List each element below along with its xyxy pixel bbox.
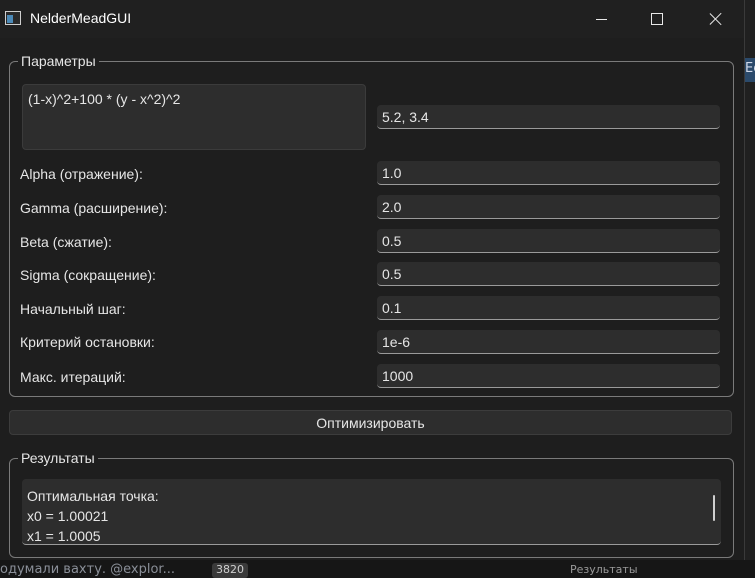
beta-field[interactable]: 0.5: [377, 229, 720, 253]
background-chat-text: одумали вахту. @explor...: [0, 562, 175, 577]
window-title: NelderMeadGUI: [30, 10, 132, 26]
gamma-field[interactable]: 2.0: [377, 195, 720, 219]
results-line: x0 = 1.00021: [27, 508, 109, 524]
max-iterations-label: Макс. итераций:: [20, 369, 126, 385]
alpha-field[interactable]: 1.0: [377, 161, 720, 185]
title-bar[interactable]: NelderMeadGUI: [0, 0, 744, 38]
background-badge: 3820: [212, 563, 248, 578]
optimize-button[interactable]: Оптимизировать: [9, 410, 732, 435]
start-point-field[interactable]: 5.2, 3.4: [377, 105, 720, 129]
results-line: x1 = 1.0005: [27, 528, 101, 544]
close-icon: [709, 12, 723, 26]
main-window: NelderMeadGUI Параметры (1-x)^2+100 * (y…: [0, 0, 745, 560]
initial-step-field[interactable]: 0.1: [377, 296, 720, 320]
minimize-button[interactable]: [578, 0, 624, 38]
results-output[interactable]: Оптимальная точка: x0 = 1.00021 x1 = 1.0…: [22, 479, 721, 545]
background-label: Результаты: [570, 563, 638, 576]
results-group-title: Результаты: [18, 449, 98, 467]
gamma-label: Gamma (расширение):: [20, 200, 168, 216]
maximize-icon: [651, 13, 663, 25]
results-scrollbar[interactable]: [713, 495, 715, 521]
sigma-label: Sigma (сокращение):: [20, 267, 156, 283]
close-button[interactable]: [693, 0, 739, 38]
background-tab-text: Ec: [745, 61, 755, 76]
minimize-icon: [595, 18, 607, 20]
results-line: Оптимальная точка:: [27, 488, 159, 504]
background-window-strip: [744, 0, 755, 578]
sigma-field[interactable]: 0.5: [377, 262, 720, 286]
function-input[interactable]: (1-x)^2+100 * (y - x^2)^2: [22, 84, 366, 150]
params-groupbox: Параметры (1-x)^2+100 * (y - x^2)^2 5.2,…: [9, 52, 734, 397]
stop-criterion-field[interactable]: 1e-6: [377, 330, 720, 354]
max-iterations-field[interactable]: 1000: [377, 364, 720, 388]
stop-criterion-label: Критерий остановки:: [20, 334, 155, 350]
maximize-button[interactable]: [634, 0, 680, 38]
params-group-title: Параметры: [18, 52, 99, 70]
alpha-label: Alpha (отражение):: [20, 166, 143, 182]
initial-step-label: Начальный шаг:: [20, 301, 126, 317]
beta-label: Beta (сжатие):: [20, 234, 112, 250]
app-icon: [5, 11, 21, 25]
results-groupbox: Результаты Оптимальная точка: x0 = 1.000…: [9, 449, 734, 558]
